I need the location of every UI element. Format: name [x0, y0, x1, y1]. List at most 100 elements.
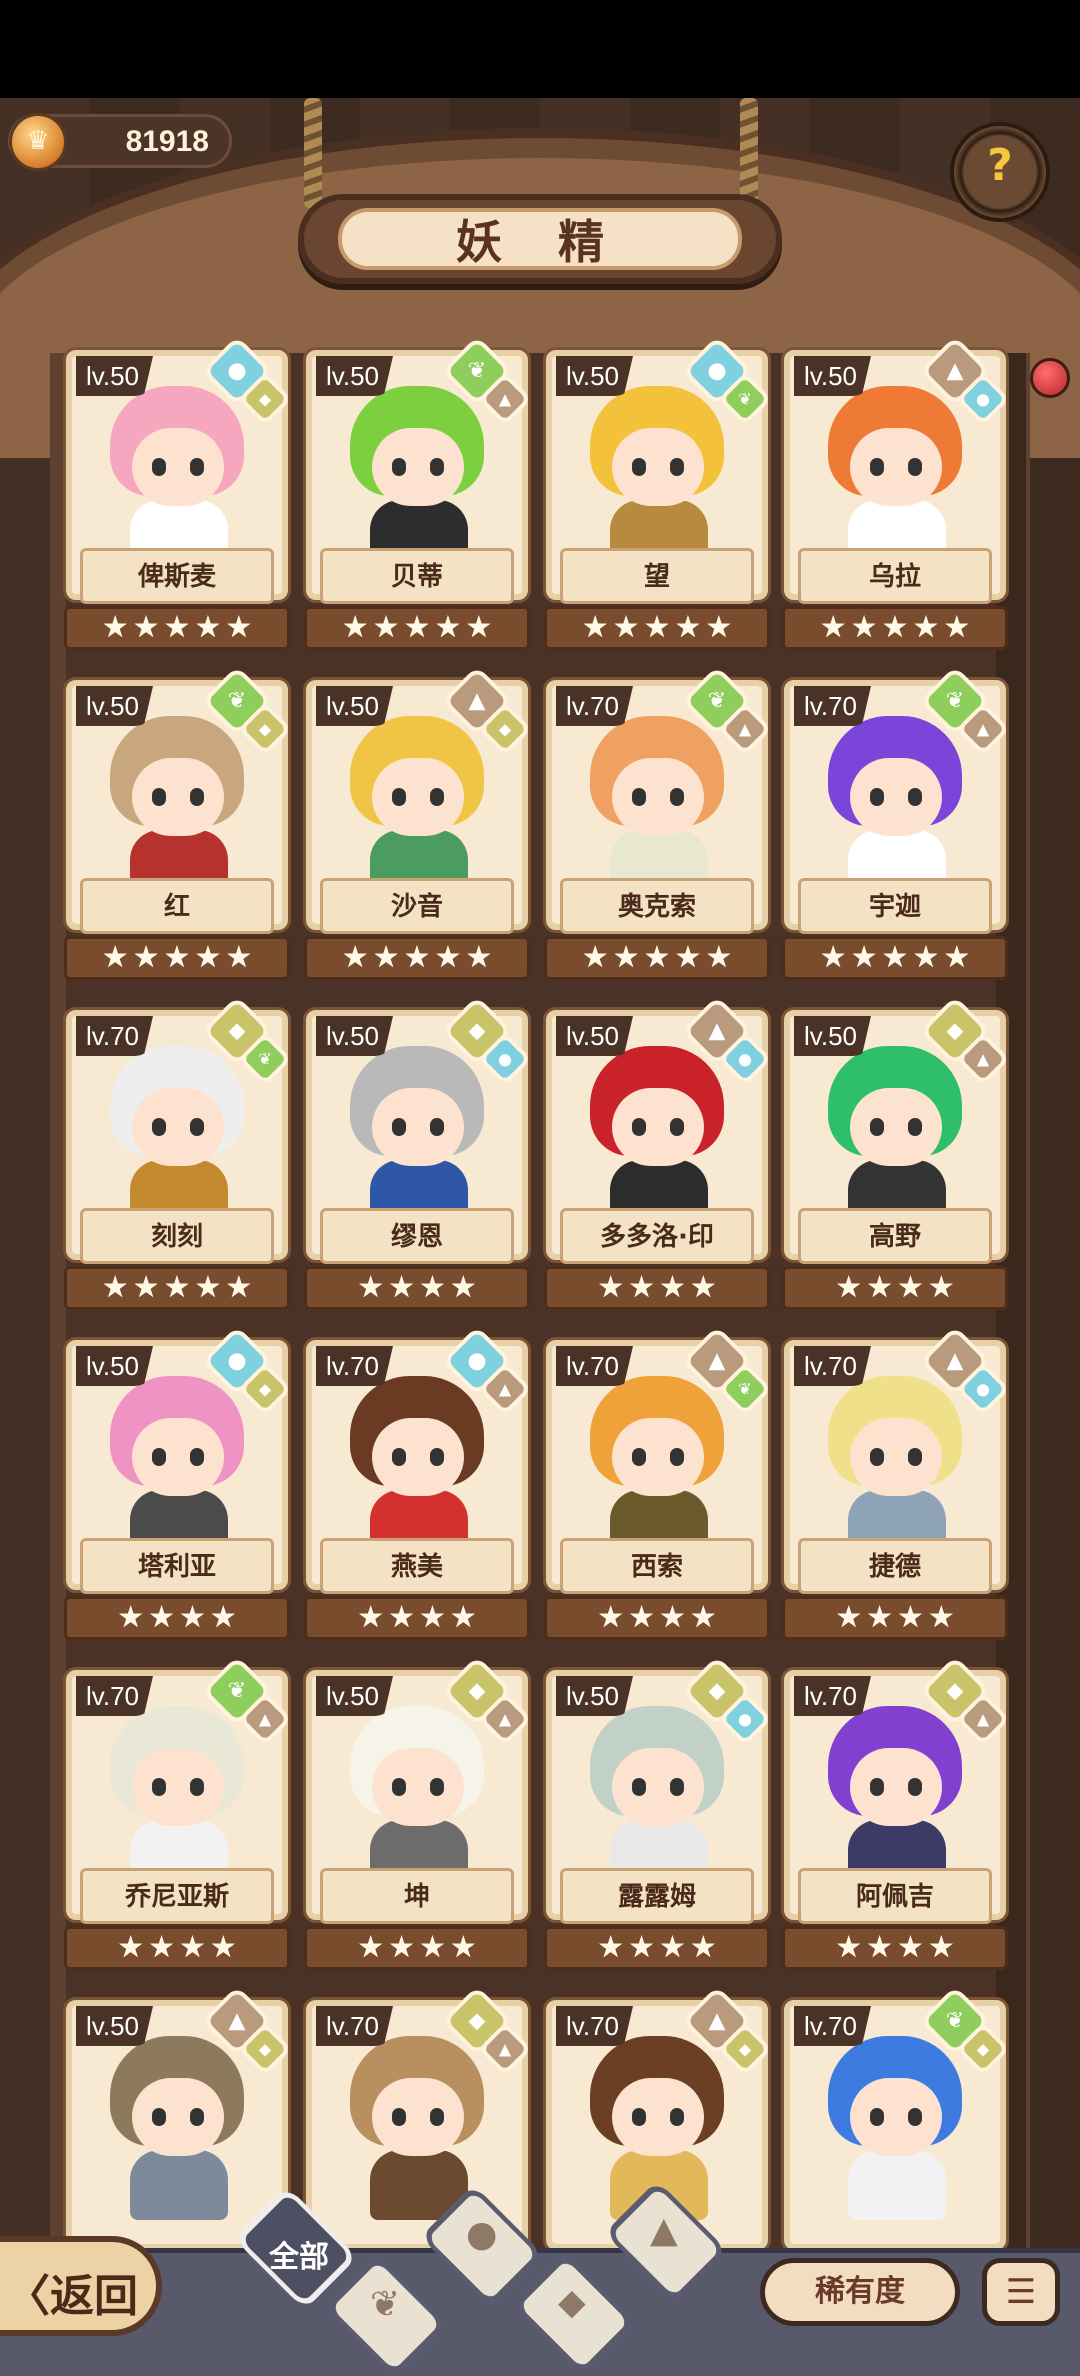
star-icon: ★ — [835, 1930, 863, 1965]
star-icon: ★ — [597, 1270, 625, 1305]
star-icon: ★ — [835, 1270, 863, 1305]
star-icon: ★ — [388, 1600, 415, 1635]
star-rating: ★ ★ ★ ★ ★ — [544, 936, 770, 980]
star-icon: ★ — [689, 1930, 717, 1965]
star-icon: ★ — [465, 940, 493, 975]
star-icon: ★ — [449, 1270, 477, 1305]
page-title: 妖 精 — [455, 215, 624, 269]
fairy-portrait — [92, 1368, 262, 1560]
star-icon: ★ — [357, 1930, 385, 1965]
level-badge: lv.50 — [316, 1676, 393, 1716]
level-badge: lv.70 — [794, 1676, 871, 1716]
level-badge: lv.50 — [316, 1016, 393, 1056]
title-plaque: 妖 精 — [298, 194, 782, 284]
fairy-name: 红 — [163, 892, 190, 922]
fairy-card[interactable]: lv.50 ● ◆ 塔利亚 ★ ★ ★ ★ — [62, 1325, 292, 1640]
name-banner: 塔利亚 — [62, 1536, 292, 1594]
level-badge: lv.50 — [794, 356, 871, 396]
name-banner: 阿佩吉 — [780, 1866, 1010, 1924]
star-icon: ★ — [581, 610, 609, 645]
star-icon: ★ — [117, 1600, 145, 1635]
level-badge: lv.70 — [316, 1346, 393, 1386]
star-icon: ★ — [705, 610, 733, 645]
help-button[interactable]: ? — [950, 122, 1050, 222]
name-banner: 坤 — [302, 1866, 532, 1924]
fairy-card[interactable]: lv.50 ❦ ◆ 红 ★ ★ ★ ★ ★ — [62, 665, 292, 980]
fairy-card[interactable]: lv.50 ▲ ◆ 沙音 ★ ★ ★ ★ ★ — [302, 665, 532, 980]
star-icon: ★ — [866, 1930, 893, 1965]
star-icon: ★ — [372, 940, 400, 975]
fairy-card[interactable]: lv.50 ◆ ▲ 高野 ★ ★ ★ ★ — [780, 995, 1010, 1310]
star-icon: ★ — [101, 940, 129, 975]
fairy-name: 塔利亚 — [137, 1552, 216, 1582]
name-banner: 露露姆 — [542, 1866, 772, 1924]
star-icon: ★ — [689, 1600, 717, 1635]
fairy-portrait — [92, 2028, 262, 2220]
star-icon: ★ — [912, 940, 940, 975]
star-icon: ★ — [881, 940, 909, 975]
fairy-portrait — [810, 708, 980, 900]
star-icon: ★ — [163, 940, 191, 975]
star-icon: ★ — [819, 940, 847, 975]
star-icon: ★ — [341, 610, 369, 645]
star-icon: ★ — [434, 610, 462, 645]
star-rating: ★ ★ ★ ★ ★ — [64, 1266, 290, 1310]
currency-value: 81918 — [125, 125, 209, 158]
star-icon: ★ — [927, 1930, 955, 1965]
name-banner: 缪恩 — [302, 1206, 532, 1264]
star-rating: ★ ★ ★ ★ ★ — [782, 936, 1008, 980]
notification-bug-icon[interactable] — [1030, 358, 1070, 398]
fairy-card[interactable]: lv.70 ● ▲ 燕美 ★ ★ ★ ★ — [302, 1325, 532, 1640]
fairy-card[interactable]: lv.70 ◆ ▲ 阿佩吉 ★ ★ ★ ★ — [780, 1655, 1010, 1970]
fairy-card[interactable]: lv.70 ❦ ▲ 乔尼亚斯 ★ ★ ★ ★ — [62, 1655, 292, 1970]
fairy-portrait — [332, 2028, 502, 2220]
level-badge: lv.50 — [76, 2006, 153, 2046]
star-icon: ★ — [117, 1930, 145, 1965]
fairy-card[interactable]: lv.50 ❦ ▲ 贝蒂 ★ ★ ★ ★ ★ — [302, 335, 532, 650]
star-icon: ★ — [225, 1270, 253, 1305]
fairy-portrait — [92, 1038, 262, 1230]
level-badge: lv.70 — [76, 1016, 153, 1056]
question-sprout-icon: ? — [987, 140, 1013, 191]
fairy-card[interactable]: lv.50 ▲ ● 乌拉 ★ ★ ★ ★ ★ — [780, 335, 1010, 650]
star-icon: ★ — [819, 610, 847, 645]
fairy-card[interactable]: lv.70 ▲ ❦ 西索 ★ ★ ★ ★ — [542, 1325, 772, 1640]
level-badge: lv.50 — [316, 356, 393, 396]
fairy-card[interactable]: lv.50 ● ◆ 俾斯麦 ★ ★ ★ ★ ★ — [62, 335, 292, 650]
fairy-portrait — [572, 378, 742, 570]
star-icon: ★ — [850, 610, 878, 645]
fairy-card[interactable]: lv.50 ◆ ● 缪恩 ★ ★ ★ ★ — [302, 995, 532, 1310]
fairy-portrait — [332, 1038, 502, 1230]
fairy-portrait — [810, 2028, 980, 2220]
fairy-card[interactable]: lv.50 ▲ ● 多多洛·印 ★ ★ ★ ★ — [542, 995, 772, 1310]
name-banner: 乌拉 — [780, 546, 1010, 604]
star-icon: ★ — [101, 1270, 129, 1305]
level-badge: lv.50 — [76, 1346, 153, 1386]
star-icon: ★ — [597, 1930, 625, 1965]
star-icon: ★ — [209, 1600, 237, 1635]
name-banner: 奥克索 — [542, 876, 772, 934]
fairy-card[interactable]: lv.50 ◆ ● 露露姆 ★ ★ ★ ★ — [542, 1655, 772, 1970]
fairy-card[interactable]: lv.70 ▲ ● 捷德 ★ ★ ★ ★ — [780, 1325, 1010, 1640]
fairy-name: 俾斯麦 — [137, 562, 216, 592]
fairy-card[interactable]: lv.70 ◆ ❦ 刻刻 ★ ★ ★ ★ ★ — [62, 995, 292, 1310]
fairy-portrait — [332, 708, 502, 900]
rarity-sort-button[interactable]: 稀有度 — [760, 2258, 960, 2326]
star-rating: ★ ★ ★ ★ ★ — [64, 936, 290, 980]
star-rating: ★ ★ ★ ★ — [64, 1596, 290, 1640]
star-icon: ★ — [132, 940, 160, 975]
fairy-name: 燕美 — [390, 1552, 443, 1582]
back-button[interactable]: 〈返回 — [0, 2236, 162, 2336]
fairy-card[interactable]: lv.50 ● ❦ 望 ★ ★ ★ ★ ★ — [542, 335, 772, 650]
star-icon: ★ — [403, 610, 431, 645]
fairy-card[interactable]: lv.70 ❦ ▲ 宇迦 ★ ★ ★ ★ ★ — [780, 665, 1010, 980]
sort-order-button[interactable]: ☰ — [982, 2258, 1060, 2326]
fairy-portrait — [332, 1698, 502, 1890]
level-badge: lv.50 — [556, 356, 633, 396]
name-banner: 宇迦 — [780, 876, 1010, 934]
star-icon: ★ — [132, 1270, 160, 1305]
fairy-portrait — [572, 1038, 742, 1230]
fairy-name: 沙音 — [390, 892, 443, 922]
fairy-card[interactable]: lv.50 ◆ ▲ 坤 ★ ★ ★ ★ — [302, 1655, 532, 1970]
fairy-card[interactable]: lv.70 ❦ ▲ 奥克索 ★ ★ ★ ★ ★ — [542, 665, 772, 980]
